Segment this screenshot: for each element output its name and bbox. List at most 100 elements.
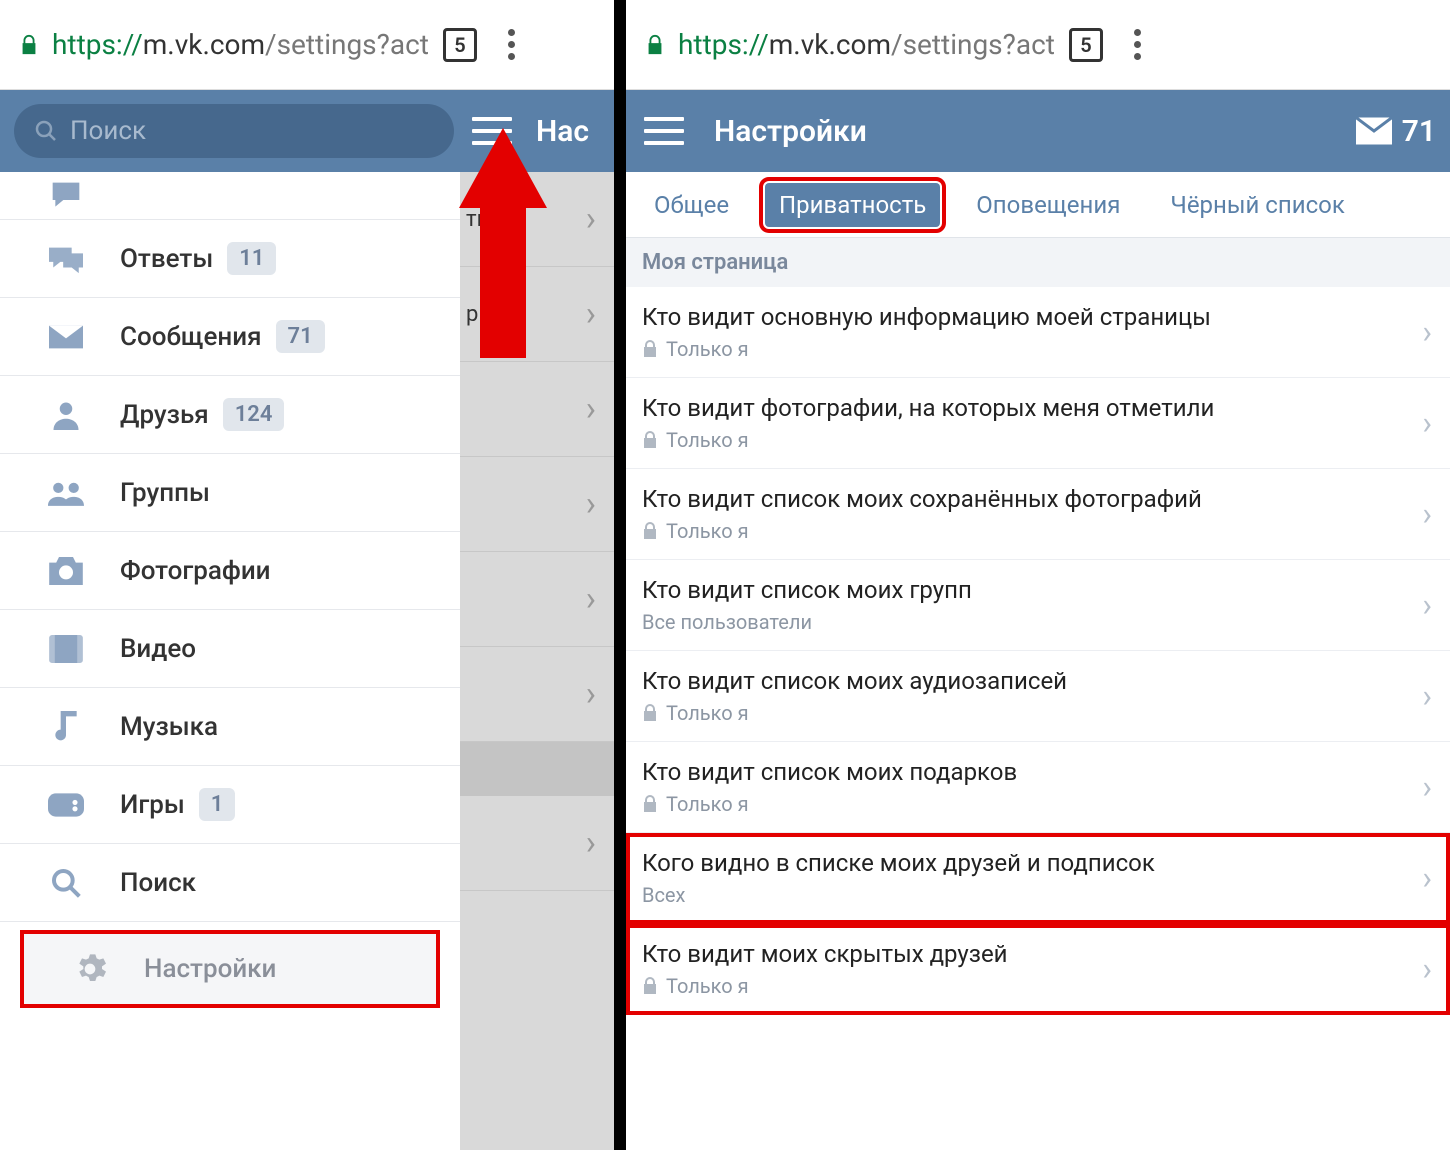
url-bar[interactable]: https://m.vk.com/settings?act [678, 28, 1055, 61]
obscured-row[interactable]: › [460, 647, 614, 742]
sidebar-item-speech[interactable] [0, 172, 460, 220]
lock-icon [642, 977, 658, 995]
chevron-right-icon: › [1422, 677, 1432, 715]
chevron-right-icon: › [586, 389, 596, 429]
obscured-divider [460, 742, 614, 796]
hamburger-icon[interactable] [644, 117, 684, 145]
privacy-row-0[interactable]: Кто видит основную информацию моей стран… [626, 287, 1450, 378]
privacy-row-6[interactable]: Кого видно в списке моих друзей и подпис… [626, 833, 1450, 924]
chevron-right-icon: › [586, 294, 596, 334]
chevron-right-icon: › [1422, 950, 1432, 988]
privacy-row-title: Кто видит основную информацию моей стран… [642, 303, 1412, 331]
privacy-row-title: Кто видит моих скрытых друзей [642, 940, 1412, 968]
search-icon [34, 119, 58, 143]
lock-icon [642, 795, 658, 813]
chevron-right-icon: › [1422, 859, 1432, 897]
sidebar-item-count: 11 [227, 242, 276, 275]
privacy-row-2[interactable]: Кто видит список моих сохранённых фотогр… [626, 469, 1450, 560]
privacy-row-value: Только я [642, 792, 1412, 816]
sidebar-item-label: Музыка [120, 712, 218, 742]
chevron-right-icon: › [586, 823, 596, 863]
privacy-row-5[interactable]: Кто видит список моих подарков Только я › [626, 742, 1450, 833]
sidebar-item-replies[interactable]: Ответы 11 [0, 220, 460, 298]
speech-icon [46, 182, 86, 210]
sidebar-item-count: 71 [276, 320, 325, 353]
browser-menu-icon[interactable] [1123, 29, 1153, 60]
sidebar-item-count: 1 [199, 788, 236, 821]
tabs: Общее Приватность Оповещения Чёрный список [626, 172, 1450, 238]
tab-count-box[interactable]: 5 [443, 28, 477, 62]
obscured-row[interactable]: › [460, 362, 614, 457]
lock-icon [642, 431, 658, 449]
tab-count-box[interactable]: 5 [1069, 28, 1103, 62]
privacy-row-7[interactable]: Кто видит моих скрытых друзейТолько я› [626, 924, 1450, 1015]
games-icon [46, 793, 86, 817]
chevron-right-icon: › [1422, 313, 1432, 351]
search-input[interactable]: Поиск [14, 104, 454, 158]
mail-icon [46, 325, 86, 349]
sidebar-item-search[interactable]: Поиск [0, 844, 460, 922]
url-bar[interactable]: https://m.vk.com/settings?act [52, 28, 429, 61]
privacy-row-title: Кто видит список моих аудиозаписей [642, 667, 1412, 695]
sidebar-item-label: Настройки [144, 954, 276, 984]
music-icon [46, 711, 86, 743]
privacy-row-value: Всех [642, 883, 1412, 907]
tab-1[interactable]: Приватность [765, 183, 940, 227]
chevron-right-icon: › [586, 674, 596, 714]
sidebar-item-photo[interactable]: Фотографии [0, 532, 460, 610]
sidebar-item-mail[interactable]: Сообщения 71 [0, 298, 460, 376]
chevron-right-icon: › [586, 199, 596, 239]
mail-count: 71 [1402, 114, 1436, 149]
obscured-row[interactable]: › [460, 796, 614, 891]
video-icon [46, 635, 86, 663]
sidebar-item-friend[interactable]: Друзья124 [0, 376, 460, 454]
sidebar-item-count: 124 [223, 398, 285, 431]
privacy-row-title: Кто видит фотографии, на которых меня от… [642, 394, 1412, 422]
pane-divider [614, 0, 626, 1150]
page-title: Настройки [714, 114, 867, 149]
sidebar-item-label: Игры [120, 790, 185, 820]
mail-badge[interactable]: 71 [1356, 114, 1436, 149]
chevron-right-icon: › [1422, 586, 1432, 624]
privacy-row-value: Только я [642, 519, 1412, 543]
browser-menu-icon[interactable] [497, 29, 527, 60]
replies-icon [46, 244, 86, 274]
privacy-row-title: Кого видно в списке моих друзей и подпис… [642, 849, 1412, 877]
lock-icon [642, 522, 658, 540]
privacy-row-title: Кто видит список моих подарков [642, 758, 1412, 786]
sidebar-item-label: Поиск [120, 868, 196, 898]
obscured-row[interactable]: › [460, 552, 614, 647]
privacy-row-4[interactable]: Кто видит список моих аудиозаписей Только… [626, 651, 1450, 742]
sidebar-item-label: Видео [120, 634, 196, 664]
sidebar-item-label: Сообщения [120, 322, 262, 352]
privacy-row-3[interactable]: Кто видит список моих группВсе пользоват… [626, 560, 1450, 651]
sidebar-item-label: Ответы [120, 244, 213, 274]
search-placeholder: Поиск [70, 116, 146, 146]
obscured-row[interactable]: › [460, 457, 614, 552]
search-icon [46, 867, 86, 899]
chevron-right-icon: › [1422, 404, 1432, 442]
sidebar: Ответы 11 Сообщения 71 Друзья124Группы Фотогр… [0, 172, 460, 1150]
lock-icon [642, 704, 658, 722]
tab-3[interactable]: Чёрный список [1156, 183, 1358, 227]
sidebar-item-music[interactable]: Музыка [0, 688, 460, 766]
privacy-row-title: Кто видит список моих сохранённых фотогр… [642, 485, 1412, 513]
mail-icon [1356, 117, 1392, 145]
privacy-list: Кто видит основную информацию моей стран… [626, 287, 1450, 1015]
sidebar-item-groups[interactable]: Группы [0, 454, 460, 532]
privacy-row-value: Только я [642, 701, 1412, 725]
privacy-row-1[interactable]: Кто видит фотографии, на которых меня от… [626, 378, 1450, 469]
gear-icon [70, 953, 110, 985]
chevron-right-icon: › [1422, 768, 1432, 806]
sidebar-item-label: Фотографии [120, 556, 271, 586]
chevron-right-icon: › [1422, 495, 1432, 533]
groups-icon [46, 479, 86, 507]
browser-bar: https://m.vk.com/settings?act 5 [0, 0, 614, 90]
lock-icon [18, 32, 40, 58]
tab-2[interactable]: Оповещения [962, 183, 1134, 227]
tab-0[interactable]: Общее [640, 183, 743, 227]
sidebar-item-video[interactable]: Видео [0, 610, 460, 688]
sidebar-item-games[interactable]: Игры 1 [0, 766, 460, 844]
sidebar-item-gear[interactable]: Настройки [20, 930, 440, 1008]
privacy-row-value: Все пользователи [642, 610, 1412, 634]
